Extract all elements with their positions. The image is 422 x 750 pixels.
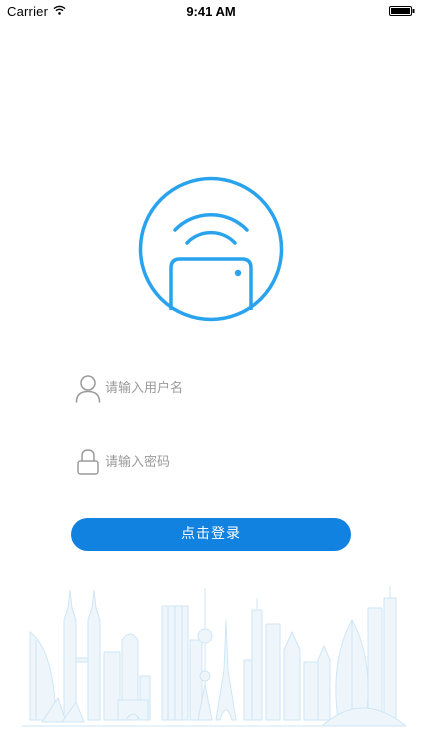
lock-icon bbox=[77, 449, 99, 475]
username-field[interactable] bbox=[74, 372, 350, 406]
username-input[interactable] bbox=[105, 377, 345, 399]
status-bar: Carrier 9:41 AM bbox=[0, 0, 422, 22]
password-input[interactable] bbox=[105, 451, 345, 473]
login-button[interactable]: 点击登录 bbox=[71, 518, 351, 551]
status-time: 9:41 AM bbox=[186, 4, 236, 19]
city-skyline-illustration bbox=[22, 586, 406, 727]
battery-icon bbox=[389, 6, 415, 16]
wifi-device-logo-icon bbox=[138, 176, 284, 322]
user-icon bbox=[75, 375, 101, 403]
password-field[interactable] bbox=[74, 446, 350, 480]
